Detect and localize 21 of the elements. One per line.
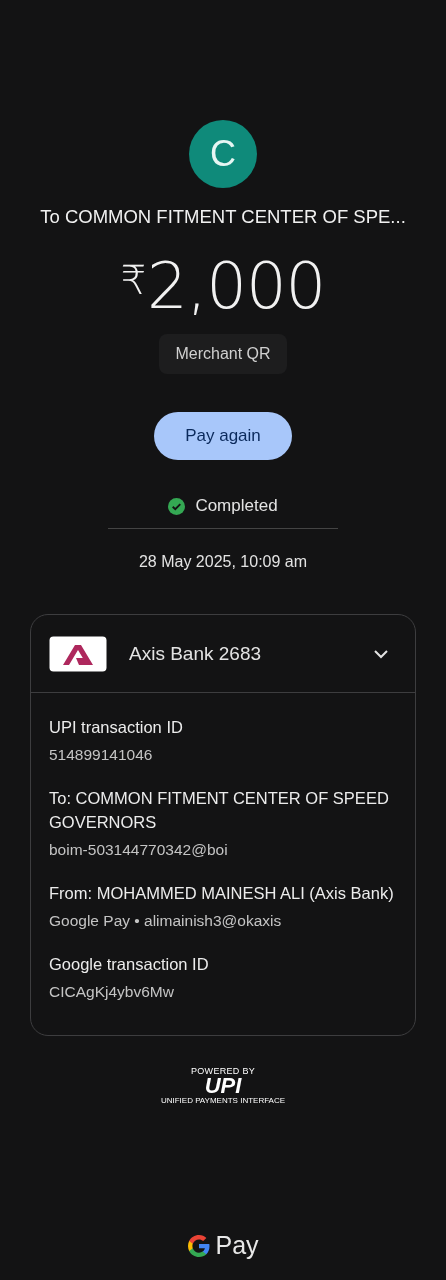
- avatar: C: [189, 120, 257, 188]
- detail-value: 514899141046: [49, 745, 154, 765]
- detail-label: To: COMMON FITMENT CENTER OF SPEED GOVERNORS: [49, 788, 390, 833]
- detail-value: Google Pay • alimainish3@okaxis: [49, 911, 283, 931]
- pay-again-button[interactable]: Pay again: [154, 412, 292, 460]
- amount: $^{₹}$2,000: [120, 248, 326, 324]
- detail-value: CICAgKj4ybv6Mw: [49, 982, 175, 1002]
- upi-logo: POWERED BY UPI UNIFIED PAYMENTS INTERFACE: [160, 1066, 286, 1105]
- payment-tag: Merchant QR: [159, 334, 287, 374]
- bank-logo-icon: [49, 635, 107, 672]
- status-label: Completed: [195, 496, 278, 516]
- detail-label: UPI transaction ID: [49, 717, 184, 738]
- transaction-date: 28 May 2025, 10:09 am: [138, 553, 308, 571]
- detail-label: From: MOHAMMED MAINESH ALI (Axis Bank): [49, 883, 395, 904]
- bank-account: Axis Bank 2683: [129, 642, 263, 665]
- chevron-down-icon[interactable]: [373, 648, 389, 659]
- google-pay-logo: Pay: [215, 1231, 259, 1260]
- google-g-icon: [187, 1233, 212, 1258]
- detail-label: Google transaction ID: [49, 954, 210, 975]
- detail-value: boim-503144770342@boi: [49, 840, 229, 860]
- payee-name: To COMMON FITMENT CENTER OF SPE...: [40, 206, 406, 228]
